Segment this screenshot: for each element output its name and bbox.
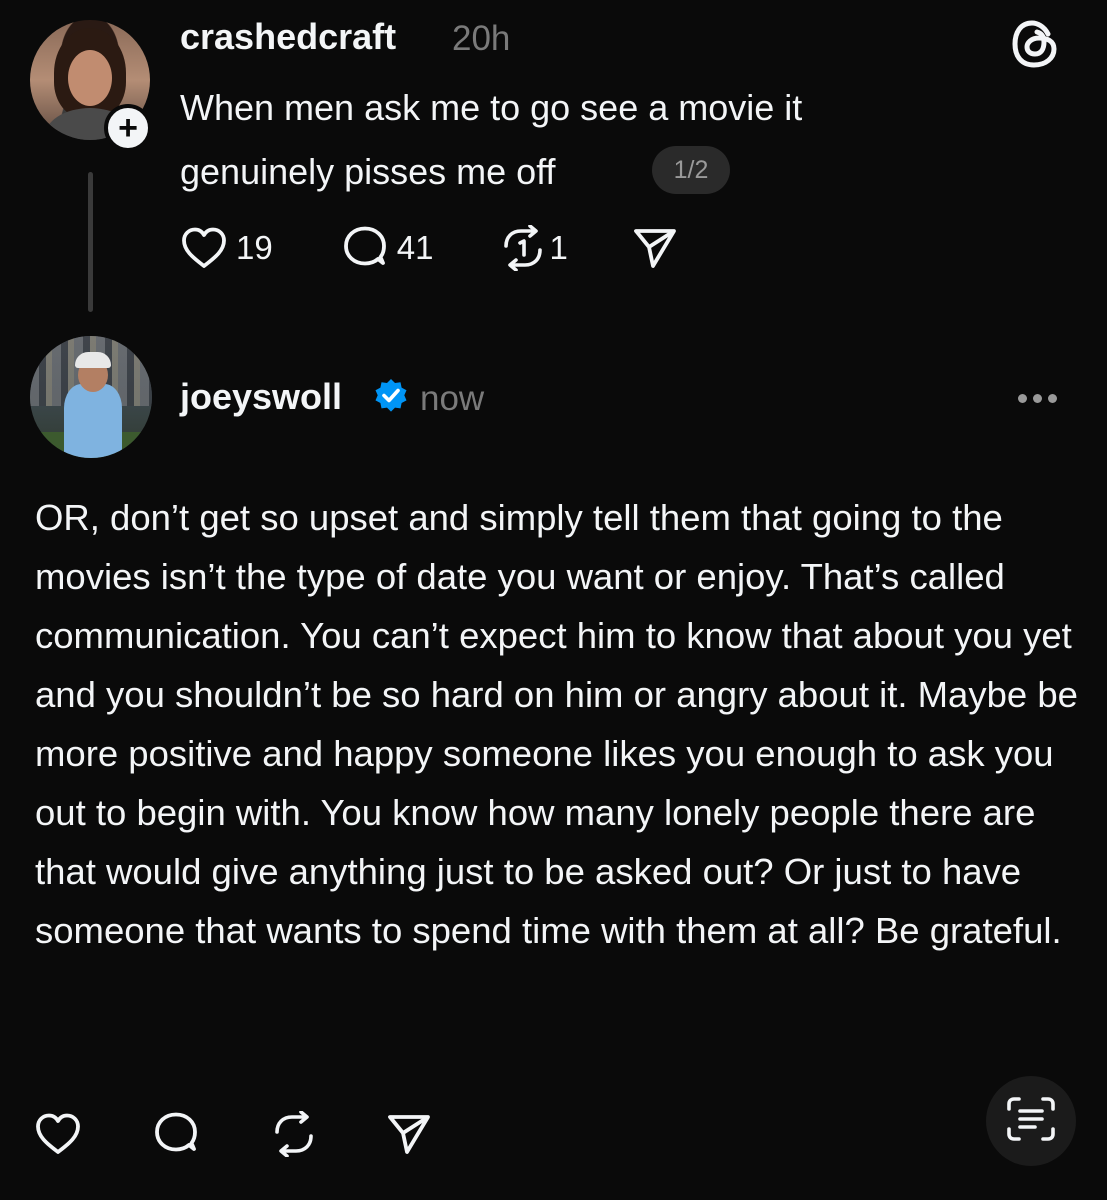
reply-button[interactable] (152, 1111, 200, 1157)
threads-logo-icon[interactable] (1010, 18, 1060, 70)
post2-body: OR, don’t get so upset and simply tell t… (35, 497, 1078, 951)
comment-icon (341, 225, 389, 271)
repost-count: 1 (549, 229, 568, 266)
text-scan-icon (1005, 1095, 1057, 1148)
repost-button[interactable] (270, 1111, 318, 1157)
text-scan-button[interactable] (986, 1076, 1076, 1166)
avatar-cap (75, 352, 111, 368)
share-button[interactable] (386, 1112, 432, 1156)
like-button[interactable] (34, 1112, 82, 1156)
avatar-face (68, 50, 112, 106)
repost-icon (270, 1111, 318, 1157)
post2-timestamp: now (420, 379, 485, 418)
heart-icon (34, 1112, 82, 1156)
thread-connector-line (88, 172, 93, 312)
avatar-jersey (64, 384, 122, 458)
verified-badge-icon (373, 378, 409, 414)
post1-actions: 19 41 1 (180, 222, 678, 274)
post2-actions (34, 1106, 432, 1162)
post1-text: When men ask me to go see a movie it gen… (180, 76, 940, 204)
send-icon (386, 1112, 432, 1156)
more-dot (1018, 394, 1027, 403)
post1-username[interactable]: crashedcraft (180, 16, 396, 58)
more-dot (1033, 394, 1042, 403)
repost-button[interactable]: 1 (499, 225, 568, 271)
comment-icon (152, 1111, 200, 1157)
share-button[interactable] (632, 226, 678, 270)
page-indicator-badge: 1/2 (652, 146, 730, 194)
avatar-joeyswoll[interactable] (30, 336, 152, 458)
post1-timestamp: 20h (452, 19, 511, 58)
reply-button[interactable]: 41 (341, 225, 434, 271)
post2-username[interactable]: joeyswoll (180, 376, 342, 418)
send-icon (632, 226, 678, 270)
like-button[interactable]: 19 (180, 226, 273, 270)
heart-icon (180, 226, 228, 270)
like-count: 19 (236, 229, 273, 266)
more-dot (1048, 394, 1057, 403)
follow-plus-button[interactable]: + (104, 104, 152, 152)
reply-count: 41 (396, 229, 434, 266)
repost-icon (499, 225, 547, 271)
more-options-icon[interactable] (1018, 394, 1057, 403)
